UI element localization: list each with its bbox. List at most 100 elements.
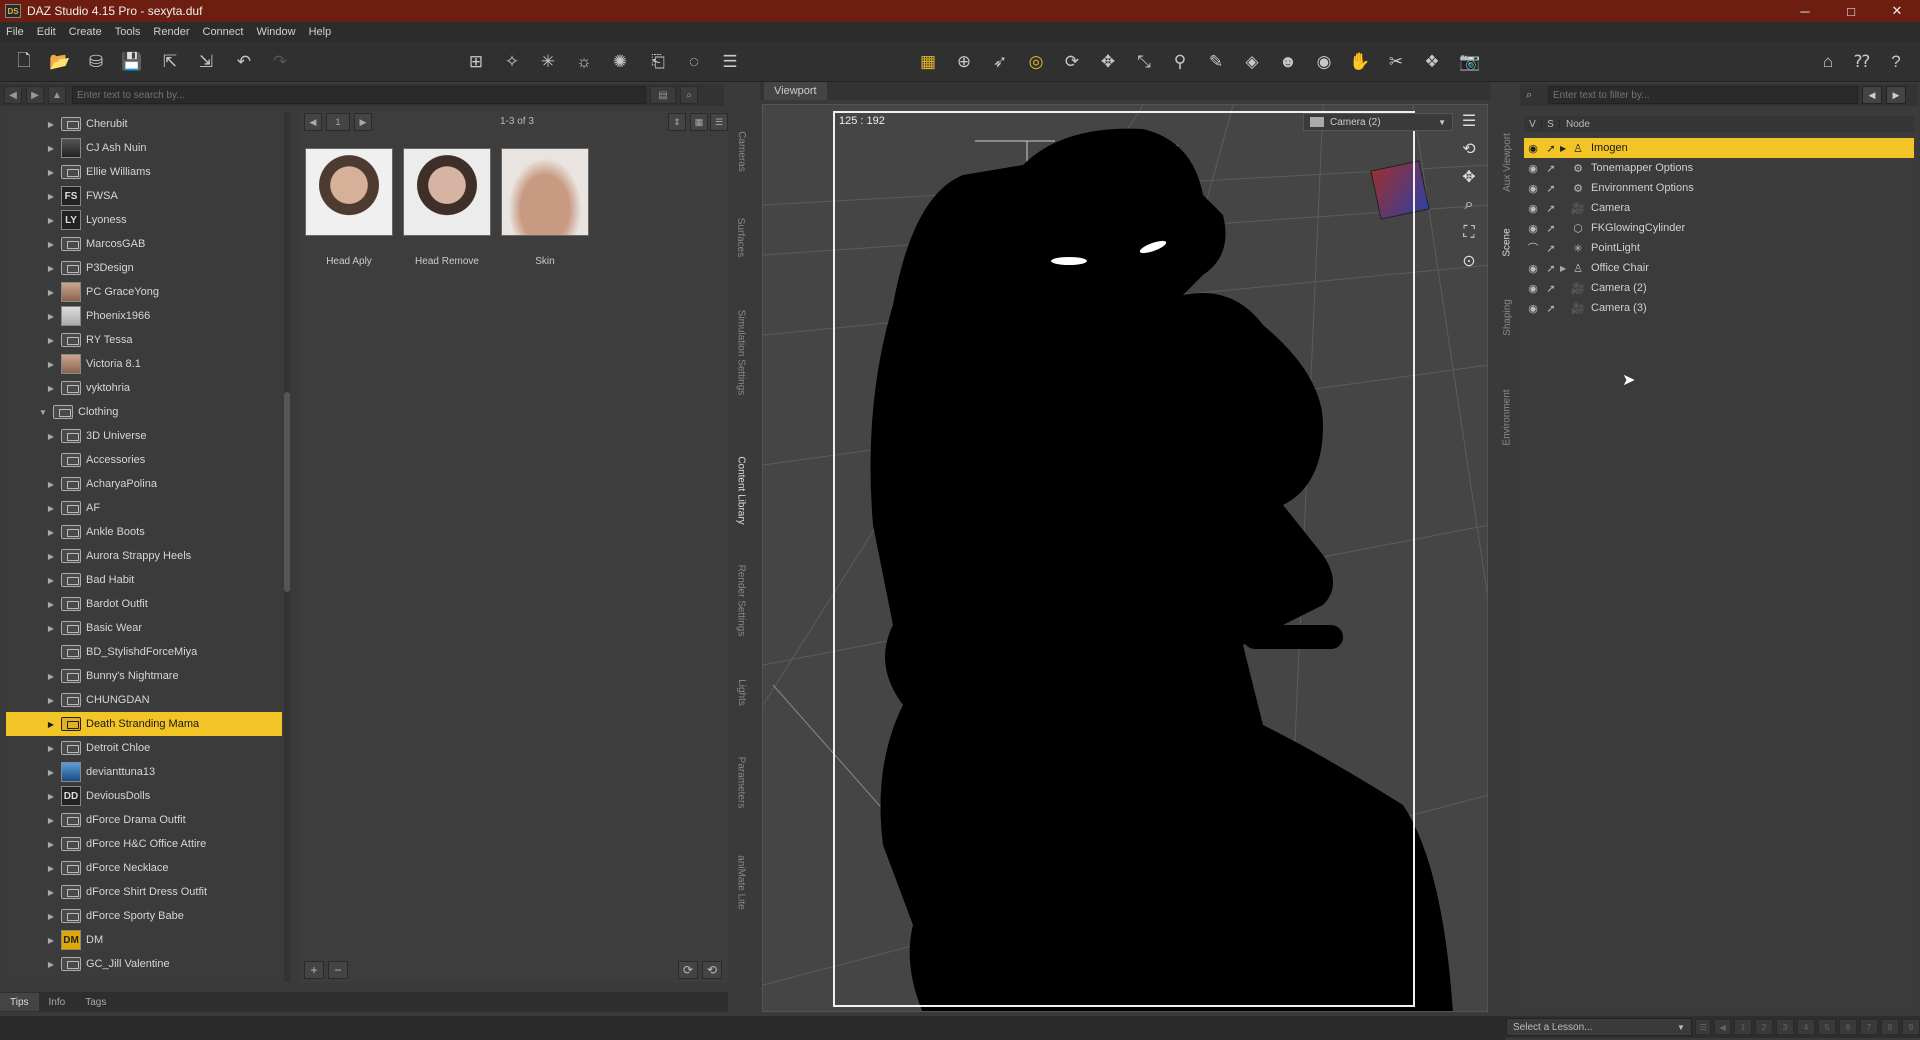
tab-environment[interactable]: Environment xyxy=(1496,362,1518,472)
scene-node-row[interactable]: ◉ ➚ 🎥 Camera xyxy=(1524,198,1914,218)
menu-create[interactable]: Create xyxy=(69,26,102,38)
viewport[interactable]: 125 : 192 Camera (2) ▼ ☰ ⟲ ✥ ⌕ ⛶ ⊙ xyxy=(762,104,1488,1012)
up-arrow-icon[interactable]: ▲ xyxy=(48,86,66,104)
grid-tool-icon[interactable]: ▦ xyxy=(916,50,940,74)
tree-item[interactable]: ▶ CJ Ash Nuin xyxy=(6,136,282,160)
lesson-step-button[interactable]: 4 xyxy=(1797,1019,1816,1035)
visibility-eye-icon[interactable]: ◉ xyxy=(1524,182,1542,195)
tree-item[interactable]: ▶ vyktohria xyxy=(6,376,282,400)
menu-render[interactable]: Render xyxy=(153,26,189,38)
viewport-menu-icon[interactable]: ☰ xyxy=(1457,109,1481,133)
help-icon[interactable]: ? xyxy=(1884,50,1908,74)
visibility-eye-icon[interactable]: ⌒ xyxy=(1524,240,1542,256)
tree-item[interactable]: ▶ Bardot Outfit xyxy=(6,592,282,616)
expand-right-icon[interactable]: ▶ xyxy=(46,960,56,969)
tab-animate-lite[interactable]: aniMate Lite xyxy=(730,832,752,932)
tree-item[interactable]: ▶ LY Lyoness xyxy=(6,208,282,232)
lesson-dropdown[interactable]: Select a Lesson... ▼ xyxy=(1506,1018,1692,1036)
lesson-step-button[interactable]: 3 xyxy=(1776,1019,1795,1035)
close-button[interactable]: ✕ xyxy=(1874,0,1920,22)
joint-editor-icon[interactable]: ⚲ xyxy=(1168,50,1192,74)
timeline-icon[interactable]: ☰ xyxy=(718,50,742,74)
expand-right-icon[interactable]: ▶ xyxy=(46,936,56,945)
tree-item[interactable]: ▶ Ankle Boots xyxy=(6,520,282,544)
lesson-menu-icon[interactable]: ☰ xyxy=(1694,1019,1712,1035)
geometry-editor-icon[interactable]: ✎ xyxy=(1204,50,1228,74)
page-number[interactable]: 1 xyxy=(326,113,350,131)
save-icon[interactable]: 💾 xyxy=(120,50,144,74)
merge-icon[interactable]: ⛁ xyxy=(84,50,108,74)
tab-content-library[interactable]: Content Library xyxy=(730,430,752,550)
selectable-arrow-icon[interactable]: ➚ xyxy=(1542,202,1560,215)
export-icon[interactable]: ⇲ xyxy=(194,50,218,74)
tab-viewport[interactable]: Viewport xyxy=(764,82,827,100)
pose-tool-icon[interactable]: ✋ xyxy=(1348,50,1372,74)
menu-connect[interactable]: Connect xyxy=(203,26,244,38)
visibility-column-header[interactable]: V xyxy=(1524,118,1542,130)
figure-tool-icon[interactable]: ☻ xyxy=(1276,50,1300,74)
tree-item[interactable]: ▶ Bad Habit xyxy=(6,568,282,592)
library-search-input[interactable] xyxy=(72,86,646,104)
tab-lights[interactable]: Lights xyxy=(730,662,752,722)
scene-node-row[interactable]: ◉ ➚ ⚙ Tonemapper Options xyxy=(1524,158,1914,178)
expand-right-icon[interactable]: ▶ xyxy=(46,120,56,129)
prev-page-icon[interactable]: ◀ xyxy=(304,113,322,131)
expand-right-icon[interactable]: ▶ xyxy=(46,144,56,153)
tree-item[interactable]: ▶ Death Stranding Mama xyxy=(6,712,282,736)
tree-item[interactable]: Accessories xyxy=(6,448,282,472)
scene-node-row[interactable]: ◉ ➚ 🎥 Camera (2) xyxy=(1524,278,1914,298)
rotate-tool-icon[interactable]: ⟳ xyxy=(1060,50,1084,74)
expand-right-icon[interactable]: ▶ xyxy=(46,744,56,753)
tree-item[interactable]: ▶ devianttuna13 xyxy=(6,760,282,784)
expand-right-icon[interactable]: ▶ xyxy=(46,888,56,897)
zoom-icon[interactable]: ⌕ xyxy=(1457,193,1481,217)
tree-item[interactable]: ▶ Basic Wear xyxy=(6,616,282,640)
tree-scroll-thumb[interactable] xyxy=(284,392,290,592)
sync-icon[interactable]: ⟲ xyxy=(702,961,722,979)
scene-node-row[interactable]: ◉ ➚ ⚙ Environment Options xyxy=(1524,178,1914,198)
tree-item[interactable]: ▶ RY Tessa xyxy=(6,328,282,352)
tree-item[interactable]: ▶ dForce H&C Office Attire xyxy=(6,832,282,856)
tree-item[interactable]: ▶ P3Design xyxy=(6,256,282,280)
lesson-step-button[interactable]: 2 xyxy=(1755,1019,1774,1035)
tree-item[interactable]: ▶ 3D Universe xyxy=(6,424,282,448)
lesson-step-button[interactable]: 9 xyxy=(1902,1019,1920,1035)
expand-right-icon[interactable]: ▶ xyxy=(46,264,56,273)
spot-render-icon[interactable]: ✂ xyxy=(1384,50,1408,74)
surface-selection-icon[interactable]: ◈ xyxy=(1240,50,1264,74)
asset-tile[interactable]: Head Aply xyxy=(304,148,394,267)
tree-item[interactable]: ▶ Detroit Chloe xyxy=(6,736,282,760)
lesson-step-button[interactable]: 8 xyxy=(1881,1019,1900,1035)
asset-tile[interactable]: Skin xyxy=(500,148,590,267)
tree-scrollbar[interactable] xyxy=(284,112,290,982)
minimize-button[interactable]: ─ xyxy=(1782,0,1828,22)
visibility-eye-icon[interactable]: ◉ xyxy=(1524,262,1542,275)
tree-item[interactable]: ▶ PC GraceYong xyxy=(6,280,282,304)
tree-item[interactable]: ▶ AF xyxy=(6,496,282,520)
tree-item[interactable]: ▶ Victoria 8.1 xyxy=(6,352,282,376)
translate-tool-icon[interactable]: ✥ xyxy=(1096,50,1120,74)
frame-icon[interactable]: ⛶ xyxy=(1457,221,1481,245)
tab-scene[interactable]: Scene xyxy=(1496,212,1518,272)
visibility-eye-icon[interactable]: ◉ xyxy=(1524,162,1542,175)
asset-tile[interactable]: Head Remove xyxy=(402,148,492,267)
tab-cameras[interactable]: Cameras xyxy=(730,116,752,186)
expand-right-icon[interactable]: ▶ xyxy=(46,840,56,849)
back-arrow-icon[interactable]: ◀ xyxy=(1862,86,1882,104)
tab-info[interactable]: Info xyxy=(39,993,76,1011)
spotlight-icon[interactable]: ✧ xyxy=(500,50,524,74)
tree-item[interactable]: ▶ Cherubit xyxy=(6,112,282,136)
tab-tags[interactable]: Tags xyxy=(75,993,116,1011)
expand-right-icon[interactable]: ▶ xyxy=(46,216,56,225)
expand-right-icon[interactable]: ▶ xyxy=(46,672,56,681)
add-button[interactable]: + xyxy=(304,961,324,979)
universal-tool-icon[interactable]: ⊕ xyxy=(952,50,976,74)
expand-right-icon[interactable]: ▶ xyxy=(46,792,56,801)
selectable-arrow-icon[interactable]: ➚ xyxy=(1542,182,1560,195)
tab-parameters[interactable]: Parameters xyxy=(730,732,752,832)
tree-item[interactable]: ▶ Ellie Williams xyxy=(6,160,282,184)
search-icon[interactable]: ⌕ xyxy=(680,86,698,104)
render-camera-icon[interactable]: ◉ xyxy=(1312,50,1336,74)
visibility-eye-icon[interactable]: ◉ xyxy=(1524,282,1542,295)
scene-node-row[interactable]: ◉ ➚ ▶ ♙ Imogen xyxy=(1524,138,1914,158)
